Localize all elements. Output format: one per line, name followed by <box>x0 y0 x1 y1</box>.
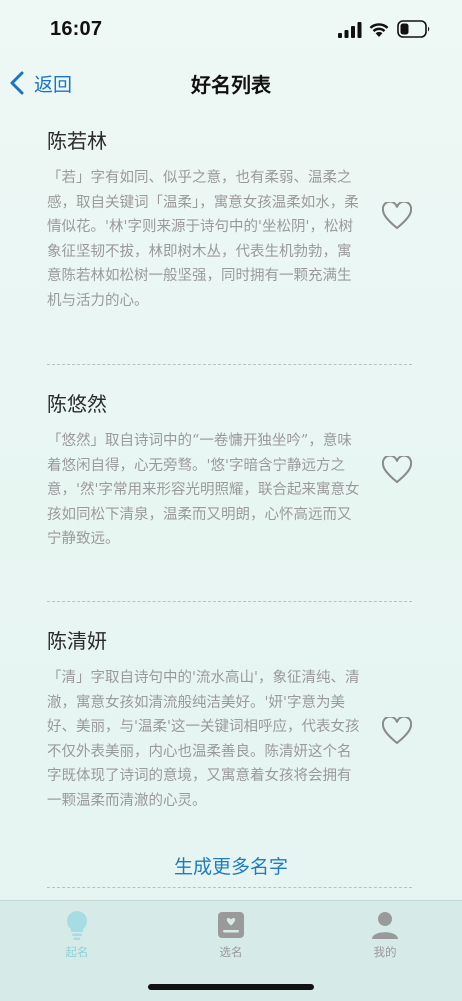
divider <box>47 601 412 602</box>
navigation-bar: 返回 好名列表 <box>0 60 462 106</box>
lightbulb-icon <box>67 911 87 940</box>
tab-selection[interactable]: 选名 <box>191 909 271 960</box>
tab-profile[interactable]: 我的 <box>345 909 425 960</box>
cellular-signal-icon <box>338 22 362 38</box>
battery-icon <box>397 20 430 38</box>
generate-more-button[interactable]: 生成更多名字 <box>0 852 462 879</box>
name-card: 陈清妍 「清」字取自诗句中的'流水高山'，象征清纯、清澈，寓意女孩如清流般纯洁美… <box>47 622 412 867</box>
name-title: 陈若林 <box>47 129 107 153</box>
heart-icon[interactable] <box>382 717 412 745</box>
name-description: 「若」字有如同、似乎之意，也有柔弱、温柔之感，取自关键词「温柔」，寓意女孩温柔如… <box>47 170 359 309</box>
divider <box>47 887 412 888</box>
tab-naming[interactable]: 起名 <box>37 909 117 960</box>
person-icon <box>372 912 398 939</box>
heart-icon[interactable] <box>382 456 412 484</box>
name-description: 「悠然」取自诗词中的“一卷慵开独坐吟”，意味着悠闲自得，心无旁骛。'悠'字暗含宁… <box>47 433 360 547</box>
name-list: 陈若林 「若」字有如同、似乎之意，也有柔弱、温柔之感，取自关键词「温柔」，寓意女… <box>47 122 412 888</box>
tab-label: 我的 <box>373 945 397 959</box>
name-card: 陈若林 「若」字有如同、似乎之意，也有柔弱、温柔之感，取自关键词「温柔」，寓意女… <box>47 122 412 344</box>
status-time: 16:07 <box>50 18 103 40</box>
tab-label: 选名 <box>219 945 243 959</box>
name-card: 陈悠然 「悠然」取自诗词中的“一卷慵开独坐吟”，意味着悠闲自得，心无旁骛。'悠'… <box>47 385 412 581</box>
name-description: 「清」字取自诗句中的'流水高山'，象征清纯、清澈，寓意女孩如清流般纯洁美好。'妍… <box>47 670 360 809</box>
name-title: 陈悠然 <box>47 392 107 416</box>
page-title: 好名列表 <box>191 73 271 97</box>
status-bar: 16:07 <box>0 0 462 60</box>
heart-icon[interactable] <box>382 202 412 230</box>
divider <box>47 364 412 365</box>
name-card-icon <box>218 912 244 938</box>
home-indicator <box>148 984 314 990</box>
name-title: 陈清妍 <box>47 629 107 653</box>
wifi-icon <box>369 23 389 37</box>
tab-label: 起名 <box>65 945 89 959</box>
